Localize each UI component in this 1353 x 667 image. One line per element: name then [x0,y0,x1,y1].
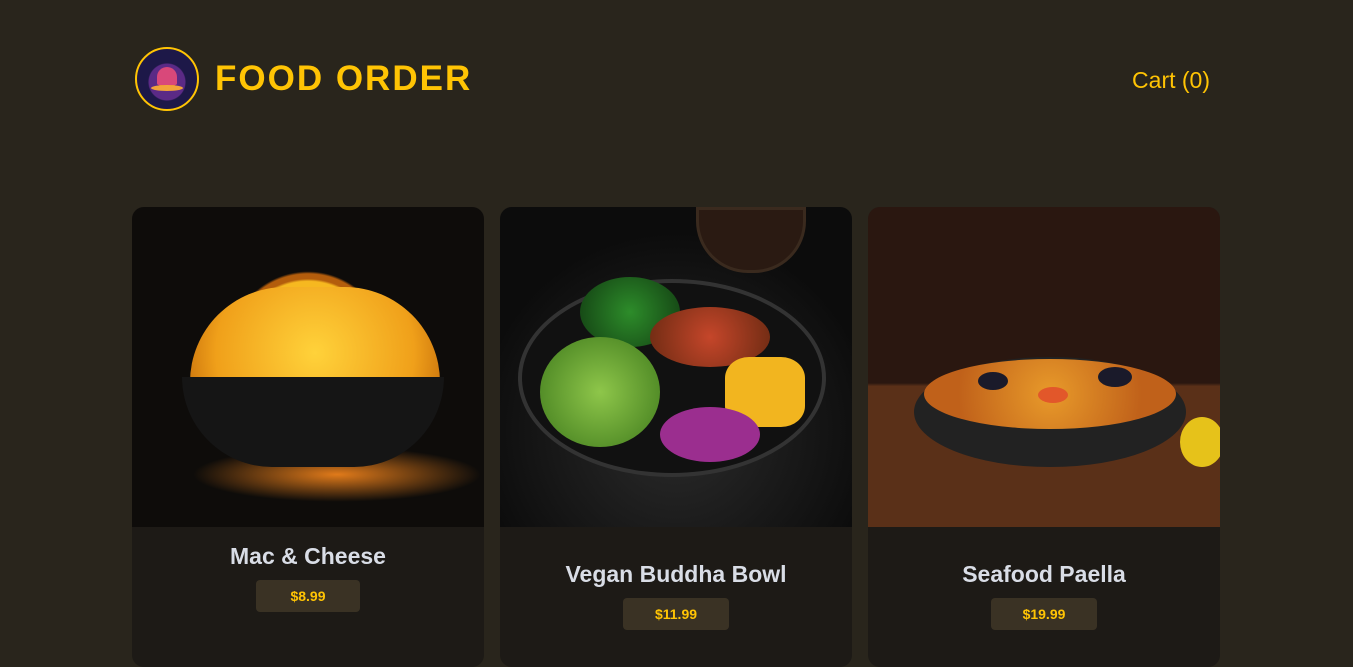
meal-card-vegan-buddha-bowl: Vegan Buddha Bowl $11.99 [500,207,852,667]
meal-card-seafood-paella: Seafood Paella $19.99 [868,207,1220,667]
brand: FOOD ORDER [135,47,472,111]
page-header: FOOD ORDER Cart (0) [0,0,1353,160]
cart-button[interactable]: Cart (0) [1132,67,1210,94]
meal-image-mac-and-cheese [132,207,484,527]
app-title: FOOD ORDER [215,59,473,98]
meal-price: $11.99 [622,598,730,630]
meal-name: Mac & Cheese [230,543,386,569]
meals-list: Mac & Cheese $8.99 Vegan Buddha Bowl $11… [132,207,1220,667]
logo-icon [135,47,199,111]
meal-image-seafood-paella [868,207,1220,527]
meal-name: Vegan Buddha Bowl [565,561,787,587]
meal-image-vegan-buddha-bowl [500,207,852,527]
meal-price: $8.99 [256,580,360,612]
meal-name: Seafood Paella [962,561,1126,587]
meal-price: $19.99 [990,598,1098,630]
meal-card-mac-and-cheese: Mac & Cheese $8.99 [132,207,484,667]
